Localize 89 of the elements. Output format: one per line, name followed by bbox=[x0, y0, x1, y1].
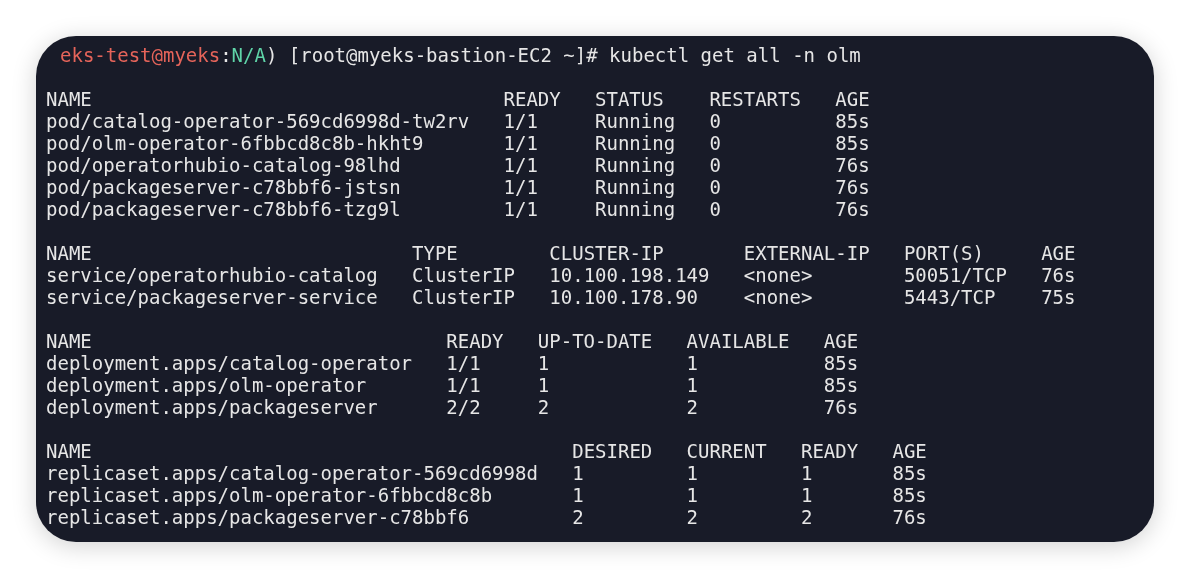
table-cell: service/operatorhubio-catalog bbox=[46, 264, 378, 286]
table-cell: 2 bbox=[537, 396, 550, 418]
table-cell: <none> bbox=[743, 264, 813, 286]
table-cell: pod/operatorhubio-catalog-98lhd bbox=[46, 154, 401, 176]
table-cell: 1/1 bbox=[446, 352, 481, 374]
table-cell: service/packageserver-service bbox=[46, 286, 378, 308]
table-cell: replicaset.apps/packageserver-c78bbf6 bbox=[46, 506, 470, 528]
column-header: NAME bbox=[46, 242, 92, 264]
column-header: UP-TO-DATE bbox=[537, 330, 653, 352]
column-header: READY bbox=[800, 440, 859, 462]
column-header: DESIRED bbox=[572, 440, 653, 462]
table-cell: ClusterIP bbox=[412, 264, 515, 286]
column-header: AGE bbox=[1041, 242, 1076, 264]
table-cell: 1 bbox=[686, 484, 698, 506]
table-cell: 1/1 bbox=[503, 110, 538, 132]
table-cell: pod/packageserver-c78bbf6-jstsn bbox=[46, 176, 401, 198]
table-cell: pod/catalog-operator-569cd6998d-tw2rv bbox=[46, 110, 470, 132]
column-header: NAME bbox=[46, 88, 92, 110]
column-header: CLUSTER-IP bbox=[549, 242, 664, 264]
table-cell: 85s bbox=[823, 352, 859, 374]
table-cell: 1 bbox=[686, 374, 698, 396]
table-cell: 1 bbox=[800, 484, 813, 506]
column-header: RESTARTS bbox=[709, 88, 801, 110]
table-cell: 85s bbox=[892, 484, 927, 506]
column-header: TYPE bbox=[412, 242, 458, 264]
table-cell: 1 bbox=[800, 462, 813, 484]
table-cell: 1 bbox=[572, 462, 584, 484]
table-cell: <none> bbox=[743, 286, 813, 308]
table-cell: 10.100.178.90 bbox=[549, 286, 699, 308]
column-header: NAME bbox=[46, 440, 92, 462]
table-cell: 85s bbox=[823, 374, 859, 396]
column-header: NAME bbox=[46, 330, 92, 352]
table-cell: 1/1 bbox=[503, 154, 538, 176]
table-cell: 0 bbox=[709, 110, 721, 132]
table-cell: 76s bbox=[835, 176, 870, 198]
column-header: STATUS bbox=[595, 88, 664, 110]
column-header: AGE bbox=[892, 440, 927, 462]
table-cell: replicaset.apps/catalog-operator-569cd6998d bbox=[46, 462, 538, 484]
command-line: eks-test@myeks:N/A) [root@myeks-bastion-EC2 ~]# kubectl get all -n olm bbox=[59, 44, 862, 66]
column-header: CURRENT bbox=[686, 440, 767, 462]
table-cell: deployment.apps/olm-operator bbox=[46, 374, 367, 396]
table-cell: 1 bbox=[686, 352, 698, 374]
table-cell: deployment.apps/packageserver bbox=[46, 396, 378, 418]
table-cell: 2 bbox=[686, 396, 698, 418]
table-cell: 1/1 bbox=[503, 198, 538, 220]
table-cell: pod/packageserver-c78bbf6-tzg9l bbox=[46, 198, 401, 220]
column-header: READY bbox=[446, 330, 504, 352]
table-cell: 85s bbox=[892, 462, 927, 484]
table-cell: 76s bbox=[835, 154, 870, 176]
column-header: EXTERNAL-IP bbox=[743, 242, 870, 264]
table-cell: 2 bbox=[800, 506, 813, 528]
table-cell: Running bbox=[595, 132, 676, 154]
column-header: AVAILABLE bbox=[686, 330, 790, 352]
table-cell: 50051/TCP bbox=[903, 264, 1007, 286]
table-cell: ClusterIP bbox=[412, 286, 515, 308]
table-cell: 1/1 bbox=[446, 374, 481, 396]
column-header: PORT(S) bbox=[903, 242, 984, 264]
table-cell: Running bbox=[595, 154, 676, 176]
table-cell: 0 bbox=[709, 176, 721, 198]
table-cell: 0 bbox=[709, 154, 721, 176]
table-cell: 10.100.198.149 bbox=[549, 264, 710, 286]
table-cell: 76s bbox=[835, 198, 870, 220]
table-cell: 1 bbox=[537, 374, 550, 396]
table-cell: 76s bbox=[823, 396, 859, 418]
table-cell: 85s bbox=[835, 132, 870, 154]
table-cell: pod/olm-operator-6fbbcd8c8b-hkht9 bbox=[46, 132, 424, 154]
table-cell: deployment.apps/catalog-operator bbox=[46, 352, 413, 374]
table-cell: 1/1 bbox=[503, 132, 538, 154]
table-cell: 5443/TCP bbox=[903, 286, 996, 308]
column-header: AGE bbox=[823, 330, 859, 352]
table-cell: replicaset.apps/olm-operator-6fbbcd8c8b bbox=[46, 484, 493, 506]
table-cell: 0 bbox=[709, 198, 721, 220]
table-cell: Running bbox=[595, 198, 676, 220]
table-cell: 0 bbox=[709, 132, 721, 154]
column-header: READY bbox=[503, 88, 561, 110]
table-cell: Running bbox=[595, 110, 676, 132]
table-cell: 75s bbox=[1041, 286, 1076, 308]
table-cell: 1 bbox=[686, 462, 698, 484]
table-cell: 76s bbox=[1041, 264, 1076, 286]
table-cell: 2 bbox=[686, 506, 698, 528]
table-cell: 76s bbox=[892, 506, 927, 528]
column-header: AGE bbox=[835, 88, 870, 110]
table-cell: 1/1 bbox=[503, 176, 538, 198]
table-cell: 2/2 bbox=[446, 396, 481, 418]
table-cell: 85s bbox=[835, 110, 870, 132]
table-cell: 2 bbox=[572, 506, 584, 528]
table-cell: 1 bbox=[572, 484, 584, 506]
table-cell: 1 bbox=[537, 352, 550, 374]
table-cell: Running bbox=[595, 176, 676, 198]
